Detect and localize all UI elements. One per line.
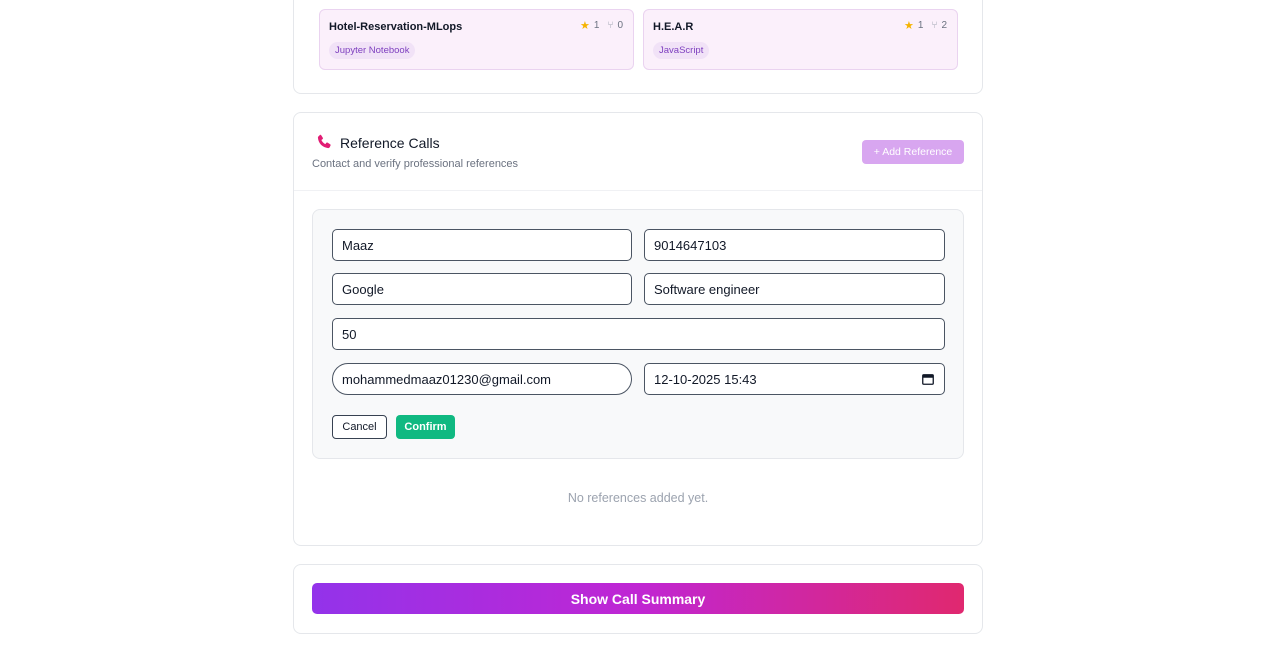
repo-card[interactable]: H.E.A.R ★ 1 ⑂ 2 JavaScript: [643, 9, 958, 70]
section-subtitle: Contact and verify professional referenc…: [312, 158, 519, 170]
reference-email-input[interactable]: mohammedmaaz01230@gmail.com: [332, 363, 632, 395]
fork-count: 2: [941, 20, 947, 31]
repo-stats: ★ 1 ⑂ 0: [580, 19, 623, 32]
repo-stats: ★ 1 ⑂ 2: [904, 19, 947, 32]
summary-card: Show Call Summary: [293, 564, 983, 634]
reference-datetime-input[interactable]: 12-10-2025 15:43: [644, 363, 945, 395]
fork-icon: ⑂: [607, 20, 614, 31]
language-badge: JavaScript: [653, 42, 710, 59]
reference-calls-card: Reference Calls Contact and verify profe…: [293, 112, 983, 546]
section-title: Reference Calls: [340, 135, 440, 151]
repo-card[interactable]: Hotel-Reservation-MLops ★ 1 ⑂ 0 Jupyter …: [319, 9, 634, 70]
reference-phone-input[interactable]: 9014647103: [644, 229, 945, 261]
fork-icon: ⑂: [931, 20, 938, 31]
empty-state-text: No references added yet.: [567, 491, 709, 505]
show-call-summary-button[interactable]: Show Call Summary: [312, 583, 964, 614]
reference-field-input[interactable]: 50: [332, 318, 945, 350]
star-count: 1: [593, 20, 600, 31]
star-icon: ★: [580, 20, 590, 32]
phone-icon: [317, 134, 331, 149]
calendar-icon[interactable]: [922, 373, 934, 385]
reference-form: Maaz 9014647103 Google Software engineer…: [312, 209, 964, 459]
reference-role-input[interactable]: Software engineer: [644, 273, 945, 305]
star-count: 1: [917, 20, 924, 31]
repo-name[interactable]: H.E.A.R: [653, 21, 693, 33]
reference-name-input[interactable]: Maaz: [332, 229, 632, 261]
confirm-button[interactable]: Confirm: [396, 415, 455, 439]
reference-calls-header: Reference Calls Contact and verify profe…: [294, 113, 982, 191]
add-reference-button[interactable]: + Add Reference: [862, 140, 964, 164]
star-icon: ★: [904, 20, 914, 32]
repositories-card: Hotel-Reservation-MLops ★ 1 ⑂ 0 Jupyter …: [293, 0, 983, 94]
language-badge: Jupyter Notebook: [329, 42, 416, 59]
datetime-value: 12-10-2025 15:43: [654, 371, 757, 387]
cancel-button[interactable]: Cancel: [332, 415, 387, 439]
fork-count: 0: [617, 20, 623, 31]
reference-company-input[interactable]: Google: [332, 273, 632, 305]
repo-name[interactable]: Hotel-Reservation-MLops: [329, 21, 462, 33]
